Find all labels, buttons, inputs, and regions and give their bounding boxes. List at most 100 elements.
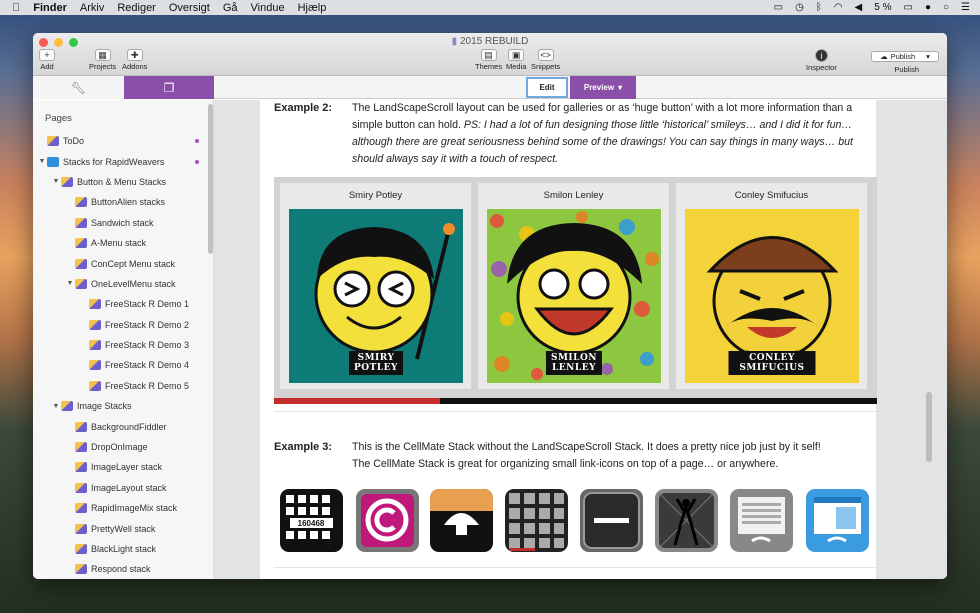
menu-ga[interactable]: Gå <box>223 2 238 14</box>
grid-number-icon[interactable]: 160468 <box>280 489 343 552</box>
document-lines-icon[interactable] <box>730 489 793 552</box>
media-button[interactable]: ▣ Media <box>506 49 526 71</box>
sidebar-item-page[interactable]: ButtonAlien stacks <box>33 192 213 212</box>
pages-heading: Pages <box>45 113 72 124</box>
gallery-scroll-progress <box>274 398 440 404</box>
notification-center-icon[interactable]: ☰ <box>961 2 970 13</box>
apple-menu-icon[interactable]:  <box>12 2 20 14</box>
disclosure-triangle-icon[interactable]: ▼ <box>51 403 61 410</box>
sidebar-item-label: ToDo <box>63 136 85 147</box>
tab-pages[interactable]: ❐ <box>124 76 214 99</box>
stacks-page-icon <box>75 258 87 269</box>
disclosure-triangle-icon[interactable]: ▼ <box>65 280 75 287</box>
addons-button[interactable]: ✚ Addons <box>122 49 147 71</box>
stacks-page-icon <box>75 238 87 249</box>
volume-icon[interactable]: ◀ <box>855 2 863 13</box>
sidebar-item-page[interactable]: BlackLight stack <box>33 539 213 559</box>
sidebar-item-page[interactable]: ▼ Image Stacks <box>33 396 213 416</box>
example3-text: This is the CellMate Stack without the L… <box>352 441 821 470</box>
unpublished-dot-icon <box>195 159 199 164</box>
gallery-card-smiry-potley[interactable]: Smiry Potley SMIRY POTLEY <box>280 183 471 389</box>
mushroom-icon[interactable] <box>430 489 493 552</box>
stacks-page-icon <box>75 442 87 453</box>
stacks-page-icon <box>75 197 87 208</box>
sidebar-item-label: OneLevelMenu stack <box>91 278 176 289</box>
sidebar-scrollbar[interactable] <box>208 104 213 254</box>
sidebar-item-page[interactable]: FreeStack R Demo 2 <box>33 315 213 335</box>
spotlight-search-icon[interactable]: ○ <box>943 2 949 13</box>
sidebar-item-page[interactable]: FreeStack R Demo 3 <box>33 335 213 355</box>
divider <box>274 411 876 412</box>
inspector-button[interactable]: i Inspector <box>806 49 837 72</box>
menu-rediger[interactable]: Rediger <box>117 2 156 14</box>
gallery-card-conley-smifucius[interactable]: Conley Smifucius CONLEY SMIFUCIUS <box>676 183 867 389</box>
sidebar-item-page[interactable]: ImageLayer stack <box>33 457 213 477</box>
sidebar-item-page[interactable]: ImageLayout stack <box>33 478 213 498</box>
gallery-scrollbar[interactable] <box>274 398 877 404</box>
add-button[interactable]: + Add <box>39 49 55 71</box>
sidebar-item-page[interactable]: BackgroundFiddler <box>33 416 213 436</box>
edit-mode-button[interactable]: Edit <box>526 77 568 98</box>
projects-button[interactable]: ▦ Projects <box>89 49 116 71</box>
window-titlebar: ▮ 2015 REBUILD + Add ▦ Projects ✚ Addons ▤ T… <box>33 33 947 76</box>
themes-button[interactable]: ▤ Themes <box>475 49 502 71</box>
sidebar-item-page[interactable]: PrettyWell stack <box>33 518 213 538</box>
airplay-icon[interactable]: ▭ <box>774 2 783 13</box>
landscape-scroll-gallery[interactable]: Smiry Potley SMIRY POTLEY Smilon Lenley … <box>274 177 877 403</box>
caption-smiry-potley: SMIRY POTLEY <box>349 351 403 375</box>
gallery-card-smilon-lenley[interactable]: Smilon Lenley SMILON LENLEY <box>478 183 669 389</box>
sidebar-item-page[interactable]: ▼ Button & Menu Stacks <box>33 172 213 192</box>
copyright-c-icon[interactable] <box>356 489 419 552</box>
menu-hjaelp[interactable]: Hjælp <box>298 2 327 14</box>
stacks-page-icon <box>75 421 87 432</box>
wifi-icon[interactable]: ◠ <box>834 2 843 13</box>
sidebar-item-page[interactable]: ToDo <box>33 131 213 151</box>
menu-oversigt[interactable]: Oversigt <box>169 2 210 14</box>
info-icon: i <box>814 49 828 62</box>
sidebar-item-page[interactable]: ConCept Menu stack <box>33 253 213 273</box>
stacks-page-icon <box>75 482 87 493</box>
publish-dropdown[interactable]: ☁ Publish ▾ <box>871 51 939 62</box>
sidebar-item-page[interactable]: ▼ Stacks for RapidWeavers <box>33 151 213 171</box>
plus-icon: + <box>39 49 55 61</box>
caption-smilon-lenley: SMILON LENLEY <box>545 351 603 375</box>
bluetooth-icon[interactable]: ᛒ <box>816 2 822 13</box>
dancer-icon[interactable] <box>655 489 718 552</box>
browser-window-icon[interactable] <box>806 489 869 552</box>
media-icon: ▣ <box>508 49 525 61</box>
sidebar-item-label: Button & Menu Stacks <box>77 176 167 187</box>
sidebar-item-page[interactable]: A-Menu stack <box>33 233 213 253</box>
stacks-page-icon <box>75 217 87 228</box>
window-title: ▮ 2015 REBUILD <box>451 36 529 47</box>
battery-percentage[interactable]: 5 % <box>874 2 891 13</box>
smiley-lennon-image: SMILON LENLEY <box>487 209 661 383</box>
code-brackets-icon: <> <box>537 49 554 61</box>
tile-grid-icon[interactable] <box>505 489 568 552</box>
sidebar-item-page[interactable]: RapidImageMix stack <box>33 498 213 518</box>
disclosure-triangle-icon[interactable]: ▼ <box>37 158 47 165</box>
time-machine-icon[interactable]: ◷ <box>795 2 804 13</box>
battery-icon[interactable]: ▭ <box>903 2 912 13</box>
menu-arkiv[interactable]: Arkiv <box>80 2 104 14</box>
sidebar-item-page[interactable]: Sandwich stack <box>33 213 213 233</box>
sidebar-item-page[interactable]: Respond stack <box>33 559 213 579</box>
stacks-page-icon <box>89 319 101 330</box>
tab-tools[interactable]: 🔧︎ <box>33 76 124 99</box>
sidebar-item-page[interactable]: ▼ OneLevelMenu stack <box>33 274 213 294</box>
user-icon[interactable]: ● <box>925 2 931 13</box>
stacks-page-icon <box>61 176 73 187</box>
folder-page-icon <box>47 156 59 167</box>
disclosure-triangle-icon[interactable]: ▼ <box>51 178 61 185</box>
menu-vindue[interactable]: Vindue <box>251 2 285 14</box>
sidebar-item-label: PrettyWell stack <box>91 523 156 534</box>
minus-box-icon[interactable] <box>580 489 643 552</box>
preview-scrollbar[interactable] <box>926 392 932 462</box>
snippets-button[interactable]: <> Snippets <box>531 49 560 71</box>
sidebar-item-page[interactable]: DropOnImage <box>33 437 213 457</box>
menu-finder[interactable]: Finder <box>33 2 67 14</box>
sidebar-item-page[interactable]: FreeStack R Demo 1 <box>33 294 213 314</box>
preview-mode-button[interactable]: Preview ▾ <box>570 76 636 99</box>
sidebar-item-page[interactable]: FreeStack R Demo 4 <box>33 355 213 375</box>
stacks-page-icon <box>89 299 101 310</box>
sidebar-item-page[interactable]: FreeStack R Demo 5 <box>33 376 213 396</box>
